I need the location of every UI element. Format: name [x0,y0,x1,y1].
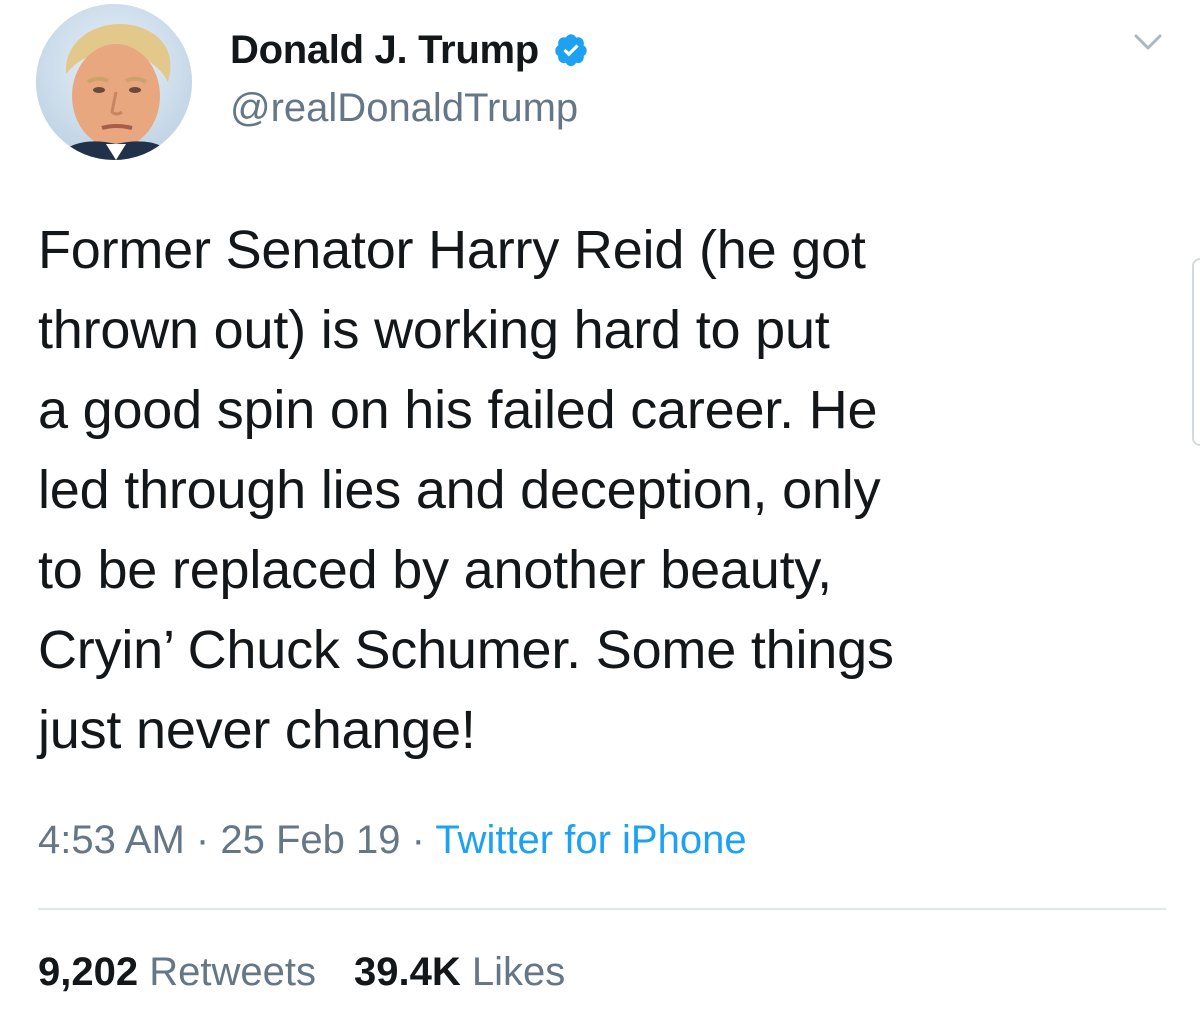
name-row: Donald J. Trump [230,24,589,76]
tweet-meta: 4:53 AM · 25 Feb 19 · Twitter for iPhone [38,818,747,863]
display-name[interactable]: Donald J. Trump [230,28,539,73]
verified-badge-icon [553,32,589,68]
avatar[interactable] [36,4,192,160]
tweet-date[interactable]: 25 Feb 19 [220,818,400,862]
tweet-card: Donald J. Trump @realDonaldTrump Former … [0,0,1200,1028]
profile-photo-icon [36,4,192,160]
user-handle[interactable]: @realDonaldTrump [230,86,578,131]
likes-count: 39.4K [353,950,461,994]
tweet-stats: 9,202 Retweets 39.4K Likes [38,950,565,995]
scrollbar[interactable] [1192,258,1200,446]
retweets-stat[interactable]: 9,202 Retweets [38,950,316,994]
divider [38,908,1166,910]
tweet-text: Former Senator Harry Reid (he got thrown… [38,220,894,760]
tweet-time[interactable]: 4:53 AM [38,818,185,862]
likes-label: Likes [471,950,566,994]
meta-separator: · [411,818,425,862]
tweet-source-link[interactable]: Twitter for iPhone [435,818,746,862]
retweets-label: Retweets [149,950,316,994]
chevron-down-icon[interactable] [1130,28,1166,56]
meta-separator: · [195,818,210,862]
likes-stat[interactable]: 39.4K Likes [354,950,565,994]
retweets-count: 9,202 [38,950,139,994]
